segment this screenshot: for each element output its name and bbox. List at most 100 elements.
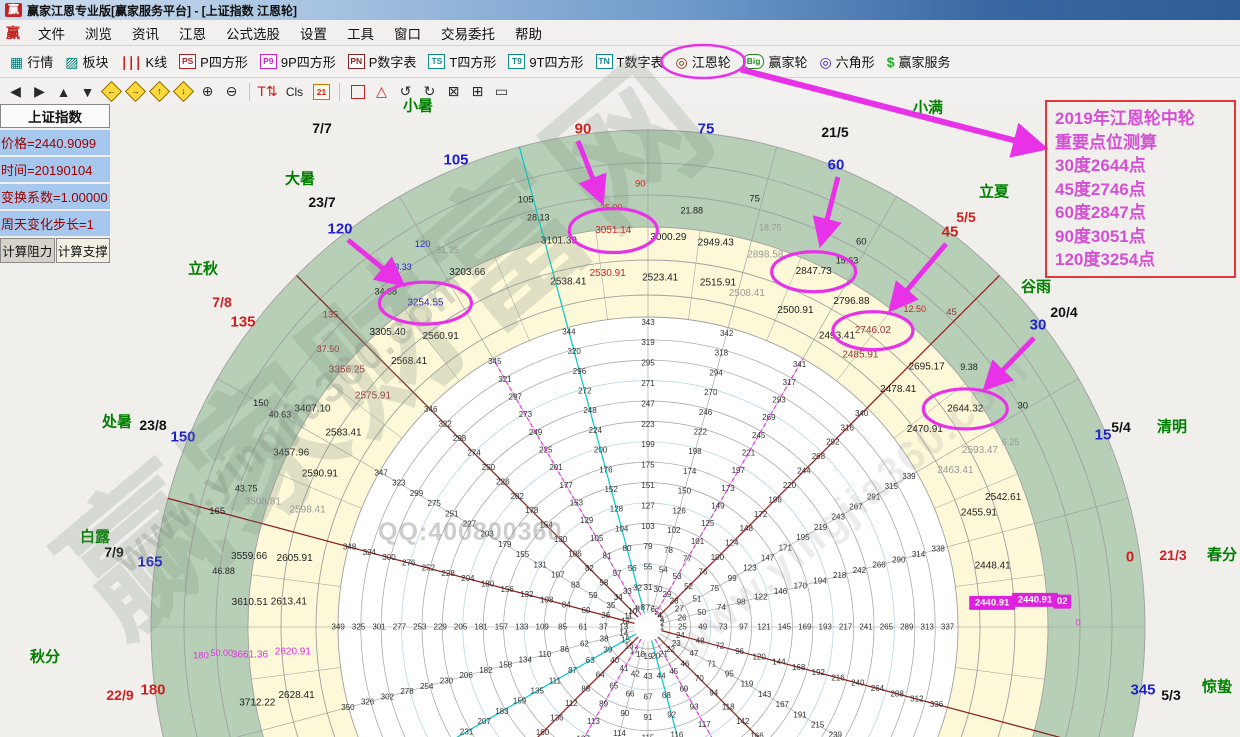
svg-text:150: 150 [170,429,195,446]
svg-text:175: 175 [641,461,655,470]
svg-text:227: 227 [463,519,477,528]
svg-text:38: 38 [600,634,609,643]
pan-up-button[interactable]: ↑ [148,81,171,102]
toolbar-item-p-square[interactable]: PSP四方形 [173,52,254,71]
clear-button[interactable]: ⊠ [442,81,465,102]
pointer-arrow [988,338,1034,386]
svg-text:218: 218 [833,571,847,580]
angle-ring: 18016515013512010590756045300 [193,179,1081,662]
rotate-ccw-button[interactable]: ↺ [394,81,417,102]
menu-item-7[interactable]: 窗口 [384,23,431,43]
menu-item-8[interactable]: 交易委托 [431,23,505,43]
svg-text:338: 338 [932,545,946,554]
toolbar-item-winner-service[interactable]: $赢家服务 [881,52,957,71]
toolbar-item-quotes[interactable]: ▦行情 [4,52,59,71]
svg-text:40: 40 [610,656,619,665]
rotate-cw-button[interactable]: ↻ [418,81,441,102]
svg-text:87: 87 [568,666,577,675]
svg-text:116: 116 [671,730,684,737]
svg-text:12: 12 [621,616,630,625]
toolbar-item-p-table[interactable]: PNP数字表 [342,52,423,71]
svg-text:47: 47 [690,649,699,658]
svg-text:56: 56 [628,564,637,573]
toolbar-item-gann-wheel[interactable]: ◎江恩轮 [670,52,737,71]
pan-right-button[interactable]: → [124,81,147,102]
scale-button[interactable]: T⇅ [256,81,279,102]
pointer-arrow [348,240,400,282]
circled-value-2746.02 [833,312,913,350]
svg-text:337: 337 [941,623,955,632]
down-button[interactable]: ▼ [76,81,99,102]
rect-tool-button[interactable] [346,81,369,102]
menu-item-0[interactable]: 文件 [28,23,75,43]
svg-text:2: 2 [660,619,665,628]
info-row-2: 变换系数=1.00000 [0,184,110,209]
toolbar-item-9t-square[interactable]: T99T四方形 [502,52,589,71]
svg-text:2470.91: 2470.91 [907,424,944,435]
svg-text:0: 0 [1126,549,1134,566]
cls-button[interactable]: Cls [280,81,309,102]
svg-text:125: 125 [701,519,715,528]
up-button[interactable]: ▲ [52,81,75,102]
pn-badge-icon: PN [348,54,365,69]
svg-text:立夏: 立夏 [979,183,1010,201]
svg-text:324: 324 [363,548,377,557]
svg-text:34.38: 34.38 [374,286,397,296]
svg-text:180: 180 [193,650,209,661]
svg-text:81: 81 [603,551,612,560]
svg-text:白露: 白露 [80,528,111,546]
toolbar-item-sectors[interactable]: ▨板块 [59,52,114,71]
svg-text:3101.39: 3101.39 [541,236,578,247]
svg-text:94: 94 [709,688,718,697]
menu-item-4[interactable]: 公式选股 [216,23,290,43]
menu-item-9[interactable]: 帮助 [505,23,552,43]
next-button[interactable]: ▶ [28,81,51,102]
svg-text:48: 48 [696,636,705,645]
svg-text:53: 53 [673,572,682,581]
zoom-in-button[interactable]: ⊕ [196,81,219,102]
svg-text:129: 129 [580,516,594,525]
svg-text:www.yingjia360.com: www.yingjia360.com [103,260,475,583]
svg-text:217: 217 [839,623,853,632]
calc-resistance-button[interactable]: 计算阻力 [0,238,55,263]
toolbar-item-9p-square[interactable]: P99P四方形 [254,52,342,71]
svg-text:126: 126 [672,506,686,515]
menu-item-2[interactable]: 资讯 [122,23,169,43]
calendar-button[interactable]: 21 [310,81,333,102]
menu-item-5[interactable]: 设置 [290,23,337,43]
svg-text:130: 130 [554,535,568,544]
menu-item-1[interactable]: 浏览 [75,23,122,43]
svg-text:297: 297 [509,392,523,401]
pan-down-button[interactable]: ↓ [172,81,195,102]
toolbar-item-hexagon[interactable]: ◎六角形 [813,52,880,71]
svg-text:135: 135 [323,310,339,321]
toolbar-item-t-square[interactable]: TST四方形 [422,52,502,71]
svg-text:321: 321 [498,375,512,384]
svg-text:119: 119 [741,680,754,689]
svg-text:2560.91: 2560.91 [423,331,460,342]
calc-support-button[interactable]: 计算支撑 [56,238,111,263]
svg-text:346: 346 [424,405,438,414]
toolbar-item-winner-wheel[interactable]: Big赢家轮 [737,52,814,71]
svg-text:299: 299 [410,489,424,498]
svg-text:120: 120 [753,652,767,661]
svg-text:24: 24 [676,631,685,640]
triangle-tool-button[interactable]: △ [370,81,393,102]
svg-text:66: 66 [626,689,635,698]
svg-text:3356.25: 3356.25 [329,364,366,375]
fit-button[interactable]: ⊞ [466,81,489,102]
menu-item-3[interactable]: 江恩 [169,23,216,43]
svg-text:50.00: 50.00 [211,648,234,658]
svg-text:144: 144 [772,658,786,667]
svg-text:33: 33 [623,587,632,596]
menu-item-6[interactable]: 工具 [337,23,384,43]
svg-text:清明: 清明 [1157,418,1187,436]
prev-button[interactable]: ◀ [4,81,27,102]
toolbar-label: 9P四方形 [281,52,336,71]
board-button[interactable]: ▭ [490,81,513,102]
toolbar-item-kline[interactable]: ∣∣∣K线 [115,52,174,71]
pan-left-button[interactable]: ← [100,81,123,102]
svg-text:115: 115 [642,733,655,737]
toolbar-item-t-table[interactable]: TNT数字表 [590,52,670,71]
zoom-out-button[interactable]: ⊖ [220,81,243,102]
